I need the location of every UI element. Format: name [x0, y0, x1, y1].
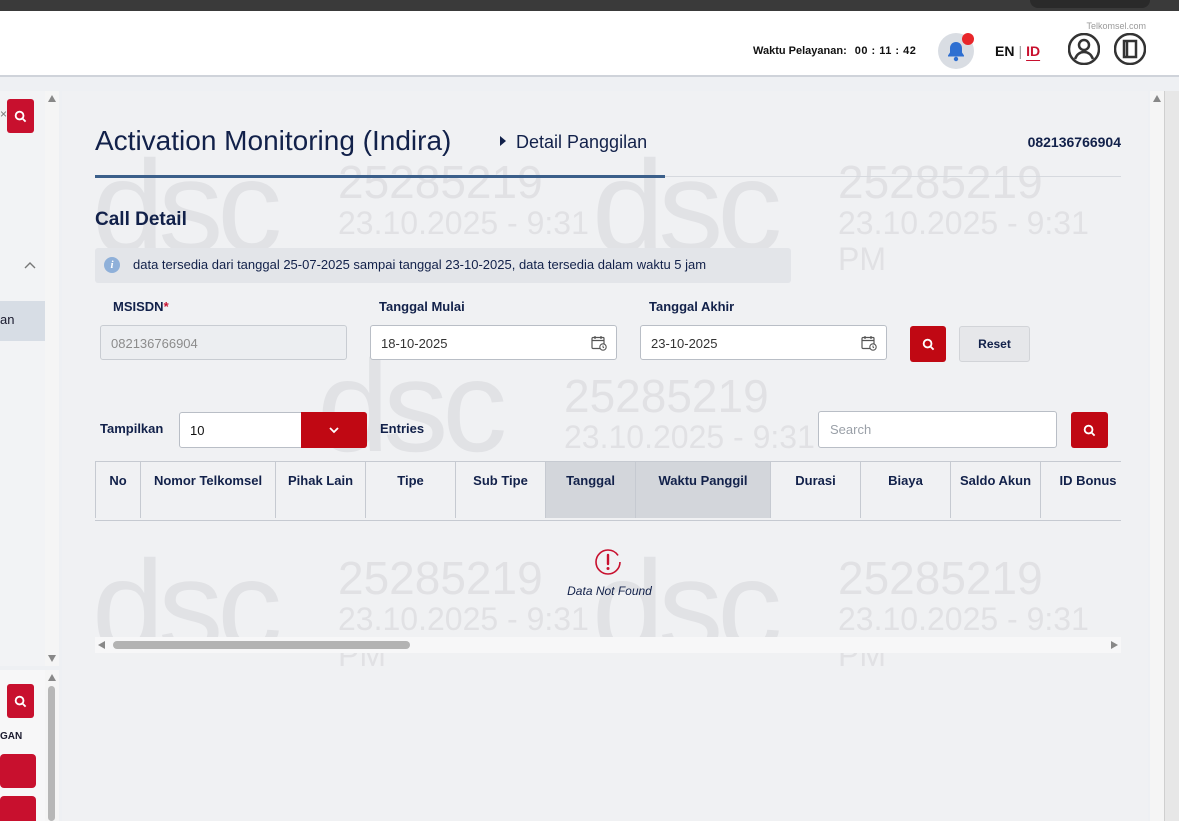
service-time: Waktu Pelayanan: 00 : 11 : 42	[753, 45, 916, 57]
column-header-waktu-panggil[interactable]: Waktu Panggil	[635, 462, 771, 518]
search-icon	[14, 695, 27, 707]
left-lower-search-button[interactable]	[7, 684, 34, 718]
column-header-id-bonus[interactable]: ID Bonus	[1040, 462, 1121, 518]
window-right-edge	[1164, 91, 1179, 821]
entries-select[interactable]: 10	[179, 412, 367, 448]
lang-separator: |	[1018, 43, 1023, 59]
top-tab-pill	[1030, 0, 1150, 8]
left-menu-label: an	[0, 312, 15, 327]
start-date-value: 18-10-2025	[381, 336, 448, 351]
user-icon	[1067, 32, 1101, 66]
column-header-sub-tipe[interactable]: Sub Tipe	[455, 462, 546, 518]
left-lower-action-button-2[interactable]	[0, 796, 36, 821]
msisdn-field: 082136766904	[100, 325, 347, 360]
breadcrumb-arrow-icon	[500, 136, 506, 146]
scroll-up-arrow-icon[interactable]	[48, 674, 56, 681]
title-divider	[665, 176, 1121, 177]
user-profile-button[interactable]	[1067, 32, 1101, 66]
logout-button[interactable]	[1113, 32, 1147, 66]
language-switch: EN | ID	[995, 43, 1040, 59]
scroll-thumb[interactable]	[113, 641, 410, 649]
logout-icon	[1113, 32, 1147, 66]
search-icon	[922, 338, 934, 350]
entries-label: Entries	[380, 421, 425, 436]
empty-state-text: Data Not Found	[567, 584, 652, 598]
end-date-value: 23-10-2025	[651, 336, 718, 351]
column-header-no[interactable]: No	[95, 462, 141, 518]
info-text: data tersedia dari tanggal 25-07-2025 sa…	[133, 257, 707, 272]
column-header-biaya[interactable]: Biaya	[860, 462, 951, 518]
notification-badge	[962, 33, 974, 45]
window-top-strip	[0, 0, 1179, 11]
left-lower-action-button[interactable]	[0, 754, 36, 788]
brand-text: Telkomsel.com	[1086, 21, 1146, 31]
left-lower-label: GAN	[0, 731, 23, 742]
service-time-label: Waktu Pelayanan:	[753, 45, 847, 57]
end-date-label: Tanggal Akhir	[649, 299, 735, 314]
start-date-label: Tanggal Mulai	[379, 299, 465, 314]
lang-en[interactable]: EN	[995, 43, 1014, 59]
column-header-tanggal[interactable]: Tanggal	[545, 462, 636, 518]
left-search-button[interactable]	[7, 99, 34, 133]
end-date-field[interactable]: 23-10-2025	[640, 325, 887, 360]
left-scrollbar[interactable]	[45, 91, 59, 666]
entries-value: 10	[190, 423, 205, 438]
reset-button[interactable]: Reset	[959, 326, 1030, 362]
scroll-up-arrow-icon[interactable]	[1153, 95, 1161, 102]
scroll-right-arrow-icon[interactable]	[1111, 641, 1118, 649]
column-header-pihak-lain[interactable]: Pihak Lain	[275, 462, 366, 518]
title-underline	[95, 175, 665, 178]
calendar-icon[interactable]	[591, 335, 607, 351]
main-scrollbar[interactable]	[1150, 91, 1164, 821]
chevron-up-icon[interactable]	[24, 261, 36, 269]
breadcrumb-current: Detail Panggilan	[516, 132, 648, 152]
start-date-field[interactable]: 18-10-2025	[370, 325, 617, 360]
notification-button[interactable]	[938, 33, 974, 69]
chevron-down-icon	[329, 426, 339, 433]
watermark: 25285219 23.10.2025 - 9:31	[564, 370, 815, 455]
left-panel: × an	[0, 91, 46, 666]
search-icon	[14, 110, 27, 122]
column-header-tipe[interactable]: Tipe	[365, 462, 456, 518]
alert-icon	[595, 549, 621, 575]
watermark: 25285219 23.10.2025 - 9:31 PM	[838, 552, 1089, 673]
required-mark: *	[163, 299, 169, 314]
page-title: Activation Monitoring (Indira)	[95, 125, 452, 156]
scroll-down-arrow-icon[interactable]	[48, 655, 56, 662]
watermark-logo: dsc	[92, 533, 282, 679]
msisdn-label: MSISDN*	[113, 299, 169, 314]
info-banner: i data tersedia dari tanggal 25-07-2025 …	[95, 248, 791, 283]
service-time-value: 00 : 11 : 42	[854, 45, 917, 57]
header-msisdn: 082136766904	[1027, 134, 1121, 150]
watermark: 25285219 23.10.2025 - 9:31	[338, 156, 589, 241]
left-lower-scrollbar[interactable]	[45, 670, 59, 821]
app-header: Telkomsel.com Waktu Pelayanan: 00 : 11 : …	[0, 11, 1179, 77]
breadcrumb: Detail Panggilan	[500, 132, 647, 153]
table-horizontal-scrollbar[interactable]	[95, 637, 1121, 653]
main-content: dsc dsc dsc dsc dsc 25285219 23.10.2025 -…	[62, 91, 1148, 821]
scroll-thumb[interactable]	[48, 686, 55, 821]
show-entries-label: Tampilkan	[100, 421, 164, 436]
entries-dropdown-button[interactable]	[301, 412, 367, 448]
left-menu-selected[interactable]: an	[0, 301, 45, 341]
table-search-input[interactable]	[818, 411, 1057, 448]
column-header-durasi[interactable]: Durasi	[770, 462, 861, 518]
scroll-up-arrow-icon[interactable]	[48, 95, 56, 102]
watermark: 25285219 23.10.2025 - 9:31 PM	[338, 552, 589, 673]
column-header-nomor-telkomsel[interactable]: Nomor Telkomsel	[140, 462, 276, 518]
info-icon: i	[104, 257, 120, 273]
section-title: Call Detail	[95, 209, 187, 230]
column-header-saldo-akun[interactable]: Saldo Akun	[950, 462, 1041, 518]
calendar-icon[interactable]	[861, 335, 877, 351]
table-search-button[interactable]	[1071, 412, 1108, 448]
clear-icon[interactable]: ×	[0, 107, 7, 121]
search-icon	[1083, 424, 1096, 436]
lang-id[interactable]: ID	[1026, 43, 1040, 59]
table-header-row: No Nomor Telkomsel Pihak Lain Tipe Sub T…	[95, 462, 1121, 518]
search-submit-button[interactable]	[910, 326, 946, 362]
call-detail-table: No Nomor Telkomsel Pihak Lain Tipe Sub T…	[95, 461, 1121, 521]
left-panel-lower: GAN	[0, 670, 45, 821]
scroll-left-arrow-icon[interactable]	[98, 641, 105, 649]
